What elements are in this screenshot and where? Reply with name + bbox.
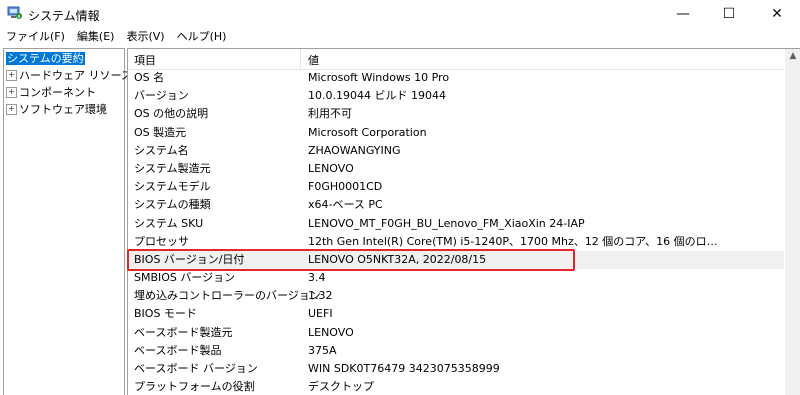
- row-value: 3.4: [308, 271, 326, 285]
- row-name: OS 製造元: [134, 125, 187, 139]
- row-value: 利用不可: [308, 107, 352, 121]
- table-row[interactable]: ベースボード製造元 LENOVO: [128, 324, 784, 342]
- row-name: SMBIOS バージョン: [134, 271, 236, 285]
- row-name: ベースボード製品: [134, 343, 222, 357]
- row-name: ベースボード バージョン: [134, 362, 258, 375]
- category-tree[interactable]: システムの要約 + ハードウェア リソース + コンポーネント + ソフトウェア環境: [3, 48, 132, 395]
- expand-icon[interactable]: +: [6, 103, 17, 115]
- system-information-icon: [7, 6, 22, 19]
- menu-help[interactable]: ヘルプ(H): [171, 28, 233, 46]
- row-name: システムモデル: [134, 180, 211, 194]
- row-name: バージョン: [134, 89, 189, 103]
- row-name: システム SKU: [134, 216, 204, 230]
- row-value: デスクトップ: [308, 380, 374, 394]
- tree-item-label: ソフトウェア環境: [19, 103, 107, 116]
- row-name: プラットフォームの役割: [134, 380, 255, 394]
- table-row[interactable]: OS 名 Microsoft Windows 10 Pro: [128, 69, 784, 87]
- row-name: OS 名: [134, 71, 165, 84]
- row-value: Microsoft Corporation: [308, 125, 427, 139]
- row-value: LENOVO: [308, 161, 354, 175]
- row-value: 10.0.19044 ビルド 19044: [308, 89, 446, 103]
- table-row[interactable]: OS の他の説明 利用不可: [128, 105, 784, 123]
- row-value: LENOVO_MT_F0GH_BU_Lenovo_FM_XiaoXin 24-I…: [308, 216, 585, 230]
- details-list[interactable]: 項目 値 OS 名 Microsoft Windows 10 Pro バージョン 1…: [127, 48, 800, 395]
- table-row[interactable]: システム製造元 LENOVO: [128, 160, 784, 178]
- close-button[interactable]: ✕: [754, 0, 800, 28]
- column-divider[interactable]: [300, 49, 301, 69]
- table-row[interactable]: BIOS モード UEFI: [128, 305, 784, 323]
- table-row[interactable]: システムの種類 x64-ベース PC: [128, 196, 784, 214]
- table-row[interactable]: OS 製造元 Microsoft Corporation: [128, 124, 784, 142]
- vertical-scrollbar[interactable]: ▲: [785, 49, 800, 395]
- row-name: システムの種類: [134, 198, 211, 212]
- row-name: BIOS モード: [134, 307, 197, 321]
- menu-bar: ファイル(F) 編集(E) 表示(V) ヘルプ(H): [0, 28, 800, 46]
- expand-icon[interactable]: +: [6, 69, 17, 81]
- tree-item-hardware-resources[interactable]: + ハードウェア リソース: [6, 68, 132, 83]
- menu-file[interactable]: ファイル(F): [0, 28, 71, 46]
- table-row[interactable]: ベースボード製品 375A: [128, 342, 784, 360]
- row-value: Microsoft Windows 10 Pro: [308, 71, 450, 84]
- menu-edit[interactable]: 編集(E): [71, 28, 121, 46]
- table-row[interactable]: プラットフォームの役割 デスクトップ: [128, 378, 784, 395]
- row-name: システム名: [134, 143, 189, 157]
- table-row[interactable]: ベースボード バージョン WIN SDK0T76479 3423075358999: [128, 360, 784, 378]
- row-value: LENOVO: [308, 325, 354, 339]
- list-header: 項目 値: [128, 49, 784, 70]
- row-name: OS の他の説明: [134, 107, 209, 121]
- row-value: 1.32: [308, 289, 333, 303]
- row-value: F0GH0001CD: [308, 180, 383, 194]
- row-value: WIN SDK0T76479 3423075358999: [308, 362, 500, 375]
- column-header-item[interactable]: 項目: [134, 52, 156, 68]
- tree-item-software-environment[interactable]: + ソフトウェア環境: [6, 102, 107, 117]
- tree-item-label: システムの要約: [6, 52, 85, 65]
- tree-item-label: コンポーネント: [19, 86, 96, 99]
- maximize-button[interactable]: ☐: [706, 0, 752, 28]
- tree-item-label: ハードウェア リソース: [19, 69, 132, 82]
- row-value: UEFI: [308, 307, 333, 321]
- row-name: ベースボード製造元: [134, 325, 233, 339]
- tree-item-system-summary[interactable]: システムの要約: [6, 51, 85, 66]
- row-name: 埋め込みコントローラーのバージョン: [134, 289, 321, 303]
- table-row[interactable]: 埋め込みコントローラーのバージョン 1.32: [128, 287, 784, 305]
- highlight-annotation-box: [127, 249, 575, 271]
- table-row[interactable]: バージョン 10.0.19044 ビルド 19044: [128, 87, 784, 105]
- table-row[interactable]: SMBIOS バージョン 3.4: [128, 269, 784, 287]
- table-row[interactable]: システム SKU LENOVO_MT_F0GH_BU_Lenovo_FM_Xiao…: [128, 215, 784, 233]
- row-value: x64-ベース PC: [308, 198, 383, 212]
- title-bar: システム情報 — ☐ ✕: [0, 0, 800, 28]
- table-row[interactable]: システムモデル F0GH0001CD: [128, 178, 784, 196]
- row-name: システム製造元: [134, 161, 211, 175]
- row-value: ZHAOWANGYING: [308, 143, 401, 157]
- tree-item-components[interactable]: + コンポーネント: [6, 85, 96, 100]
- window-title: システム情報: [28, 9, 100, 23]
- table-row[interactable]: システム名 ZHAOWANGYING: [128, 142, 784, 160]
- minimize-button[interactable]: —: [660, 0, 706, 28]
- table-rows: OS 名 Microsoft Windows 10 Pro バージョン 10.0.1…: [128, 69, 784, 395]
- column-header-value[interactable]: 値: [308, 52, 319, 68]
- menu-view[interactable]: 表示(V): [120, 28, 170, 46]
- row-value: 375A: [308, 343, 337, 357]
- scroll-up-icon[interactable]: ▲: [785, 51, 800, 65]
- expand-icon[interactable]: +: [6, 86, 17, 98]
